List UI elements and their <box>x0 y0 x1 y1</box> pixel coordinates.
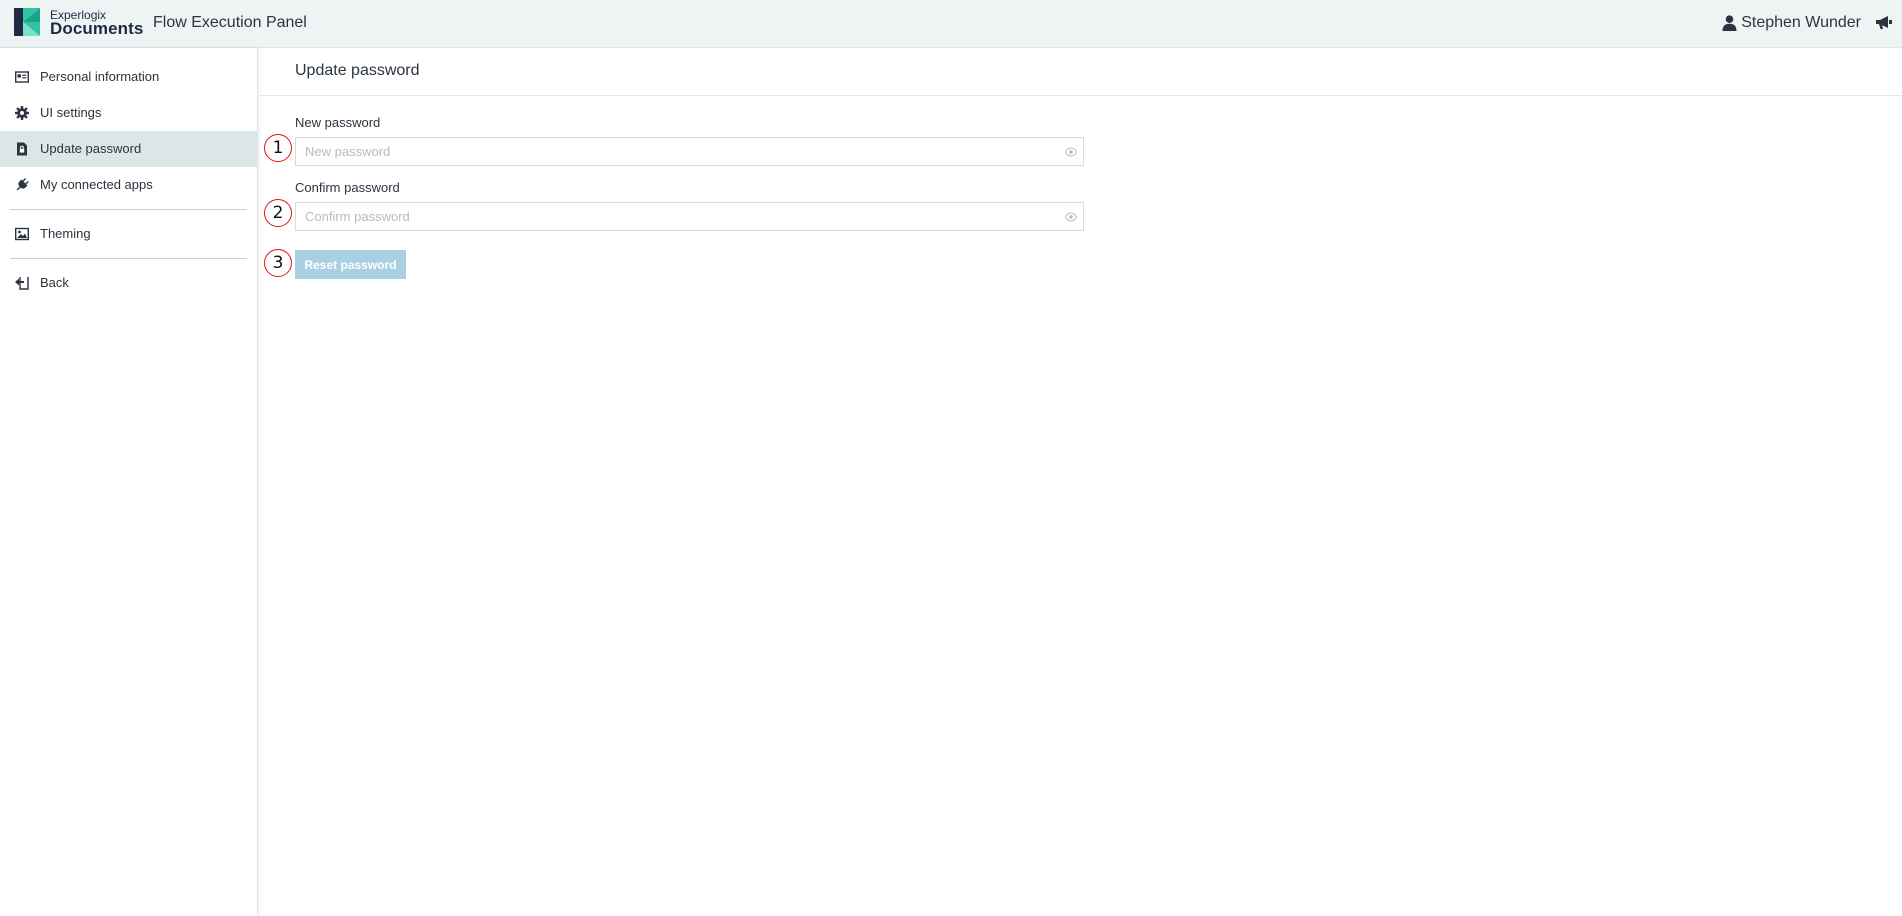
back-arrow-icon <box>15 277 29 290</box>
confirm-password-label: Confirm password <box>295 180 400 195</box>
sidebar-item-label: Personal information <box>40 69 160 84</box>
page-title: Update password <box>295 62 420 79</box>
plug-icon <box>16 178 29 191</box>
new-password-field-wrapper <box>295 137 1084 166</box>
sidebar-item-my-connected-apps[interactable]: My connected apps <box>0 167 258 203</box>
lock-document-icon <box>17 142 27 156</box>
sidebar-item-back[interactable]: Back <box>0 265 258 301</box>
brand-name-main: Documents <box>50 19 144 38</box>
sidebar-item-ui-settings[interactable]: UI settings <box>0 95 258 131</box>
sidebar-item-update-password[interactable]: Update password <box>0 131 258 167</box>
id-card-icon <box>15 71 29 83</box>
confirm-password-field-wrapper <box>295 202 1084 231</box>
sidebar-item-label: Theming <box>40 226 91 241</box>
new-password-label: New password <box>295 115 381 130</box>
sidebar-item-theming[interactable]: Theming <box>0 216 258 252</box>
new-password-input[interactable] <box>296 138 1083 165</box>
image-icon <box>15 227 29 241</box>
sidebar-divider <box>10 209 247 210</box>
sidebar-item-label: My connected apps <box>40 177 153 192</box>
experlogix-logo[interactable] <box>14 8 40 36</box>
megaphone-icon[interactable] <box>1876 16 1892 30</box>
user-name: Stephen Wunder <box>1741 14 1861 31</box>
title-divider <box>259 95 1902 96</box>
sidebar-item-personal-information[interactable]: Personal information <box>0 59 258 95</box>
step-marker: 2 <box>264 199 292 227</box>
user-icon <box>1722 15 1737 31</box>
top-bar: Experlogix Documents Flow Execution Pane… <box>0 0 1902 48</box>
reset-password-button[interactable]: Reset password <box>295 250 406 279</box>
sidebar-item-label: Update password <box>40 141 142 156</box>
sidebar-divider <box>10 258 247 259</box>
sidebar-item-label: Back <box>40 275 69 290</box>
step-marker: 3 <box>264 249 292 277</box>
app-title: Flow Execution Panel <box>153 14 307 31</box>
user-menu[interactable]: Stephen Wunder <box>1722 13 1861 33</box>
eye-icon[interactable] <box>1065 211 1077 223</box>
confirm-password-input[interactable] <box>296 203 1083 230</box>
step-marker: 1 <box>264 134 292 162</box>
gear-icon <box>15 106 29 120</box>
sidebar: Personal information UI settings Update … <box>0 48 258 916</box>
eye-icon[interactable] <box>1065 146 1077 158</box>
sidebar-item-label: UI settings <box>40 105 102 120</box>
